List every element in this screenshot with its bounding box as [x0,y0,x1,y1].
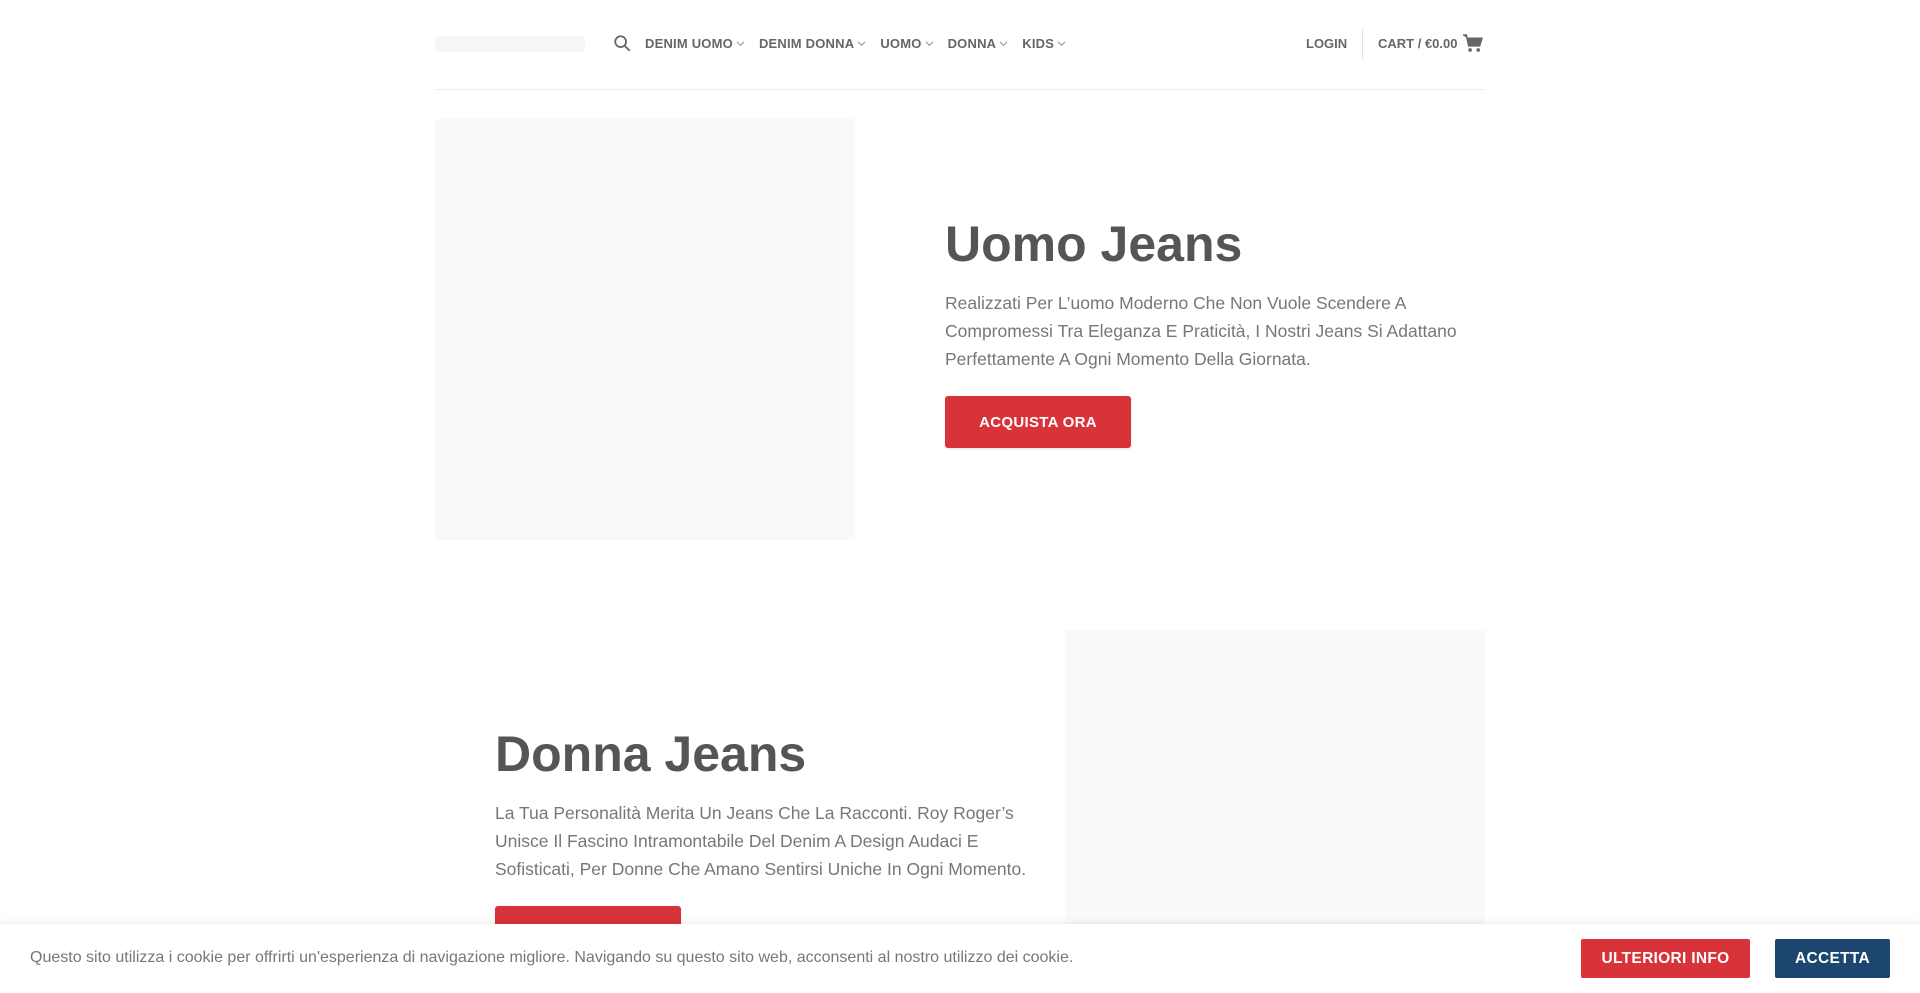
header-divider [1362,29,1363,59]
nav-item-label: UOMO [880,36,922,51]
main-nav: DENIM UOMO DENIM DONNA UOMO DONNA KIDS [645,36,1066,51]
cookie-message: Questo sito utilizza i cookie per offrir… [30,949,1074,966]
search-icon[interactable] [613,34,631,52]
nav-item-label: DENIM UOMO [645,36,733,51]
nav-item-uomo[interactable]: UOMO [880,36,934,51]
cookie-more-info-button[interactable]: ULTERIORI INFO [1581,939,1750,978]
nav-item-denim-uomo[interactable]: DENIM UOMO [645,36,745,51]
donna-title: Donna Jeans [495,726,807,782]
donna-image [1065,630,1485,930]
chevron-down-icon [1057,41,1066,47]
nav-item-label: DONNA [947,36,997,51]
nav-item-label: DENIM DONNA [758,36,855,51]
cookie-bar: Questo sito utilizza i cookie per offrir… [0,924,1920,993]
nav-item-donna[interactable]: DONNA [948,36,1009,51]
uomo-title: Uomo Jeans [945,216,1243,272]
nav-item-label: KIDS [1022,36,1055,51]
uomo-image [435,119,855,540]
site-header: DENIM UOMO DENIM DONNA UOMO DONNA KIDS L… [435,0,1485,90]
site-logo[interactable] [435,36,585,52]
uomo-shop-button[interactable]: ACQUISTA ORA [945,396,1131,448]
cart-icon [1463,34,1484,52]
chevron-down-icon [925,41,934,47]
chevron-down-icon [857,41,866,47]
nav-item-kids[interactable]: KIDS [1022,36,1066,51]
chevron-down-icon [736,41,745,47]
cart-label: CART / €0.00 [1378,36,1458,51]
cart-link[interactable]: CART / €0.00 [1378,34,1484,53]
login-link[interactable]: LOGIN [1306,36,1347,51]
nav-item-denim-donna[interactable]: DENIM DONNA [759,36,866,51]
uomo-description: Realizzati Per L’uomo Moderno Che Non Vu… [945,293,1457,369]
cookie-accept-button[interactable]: ACCETTA [1775,939,1890,978]
chevron-down-icon [999,41,1008,47]
donna-description: La Tua Personalità Merita Un Jeans Che L… [495,803,1027,879]
